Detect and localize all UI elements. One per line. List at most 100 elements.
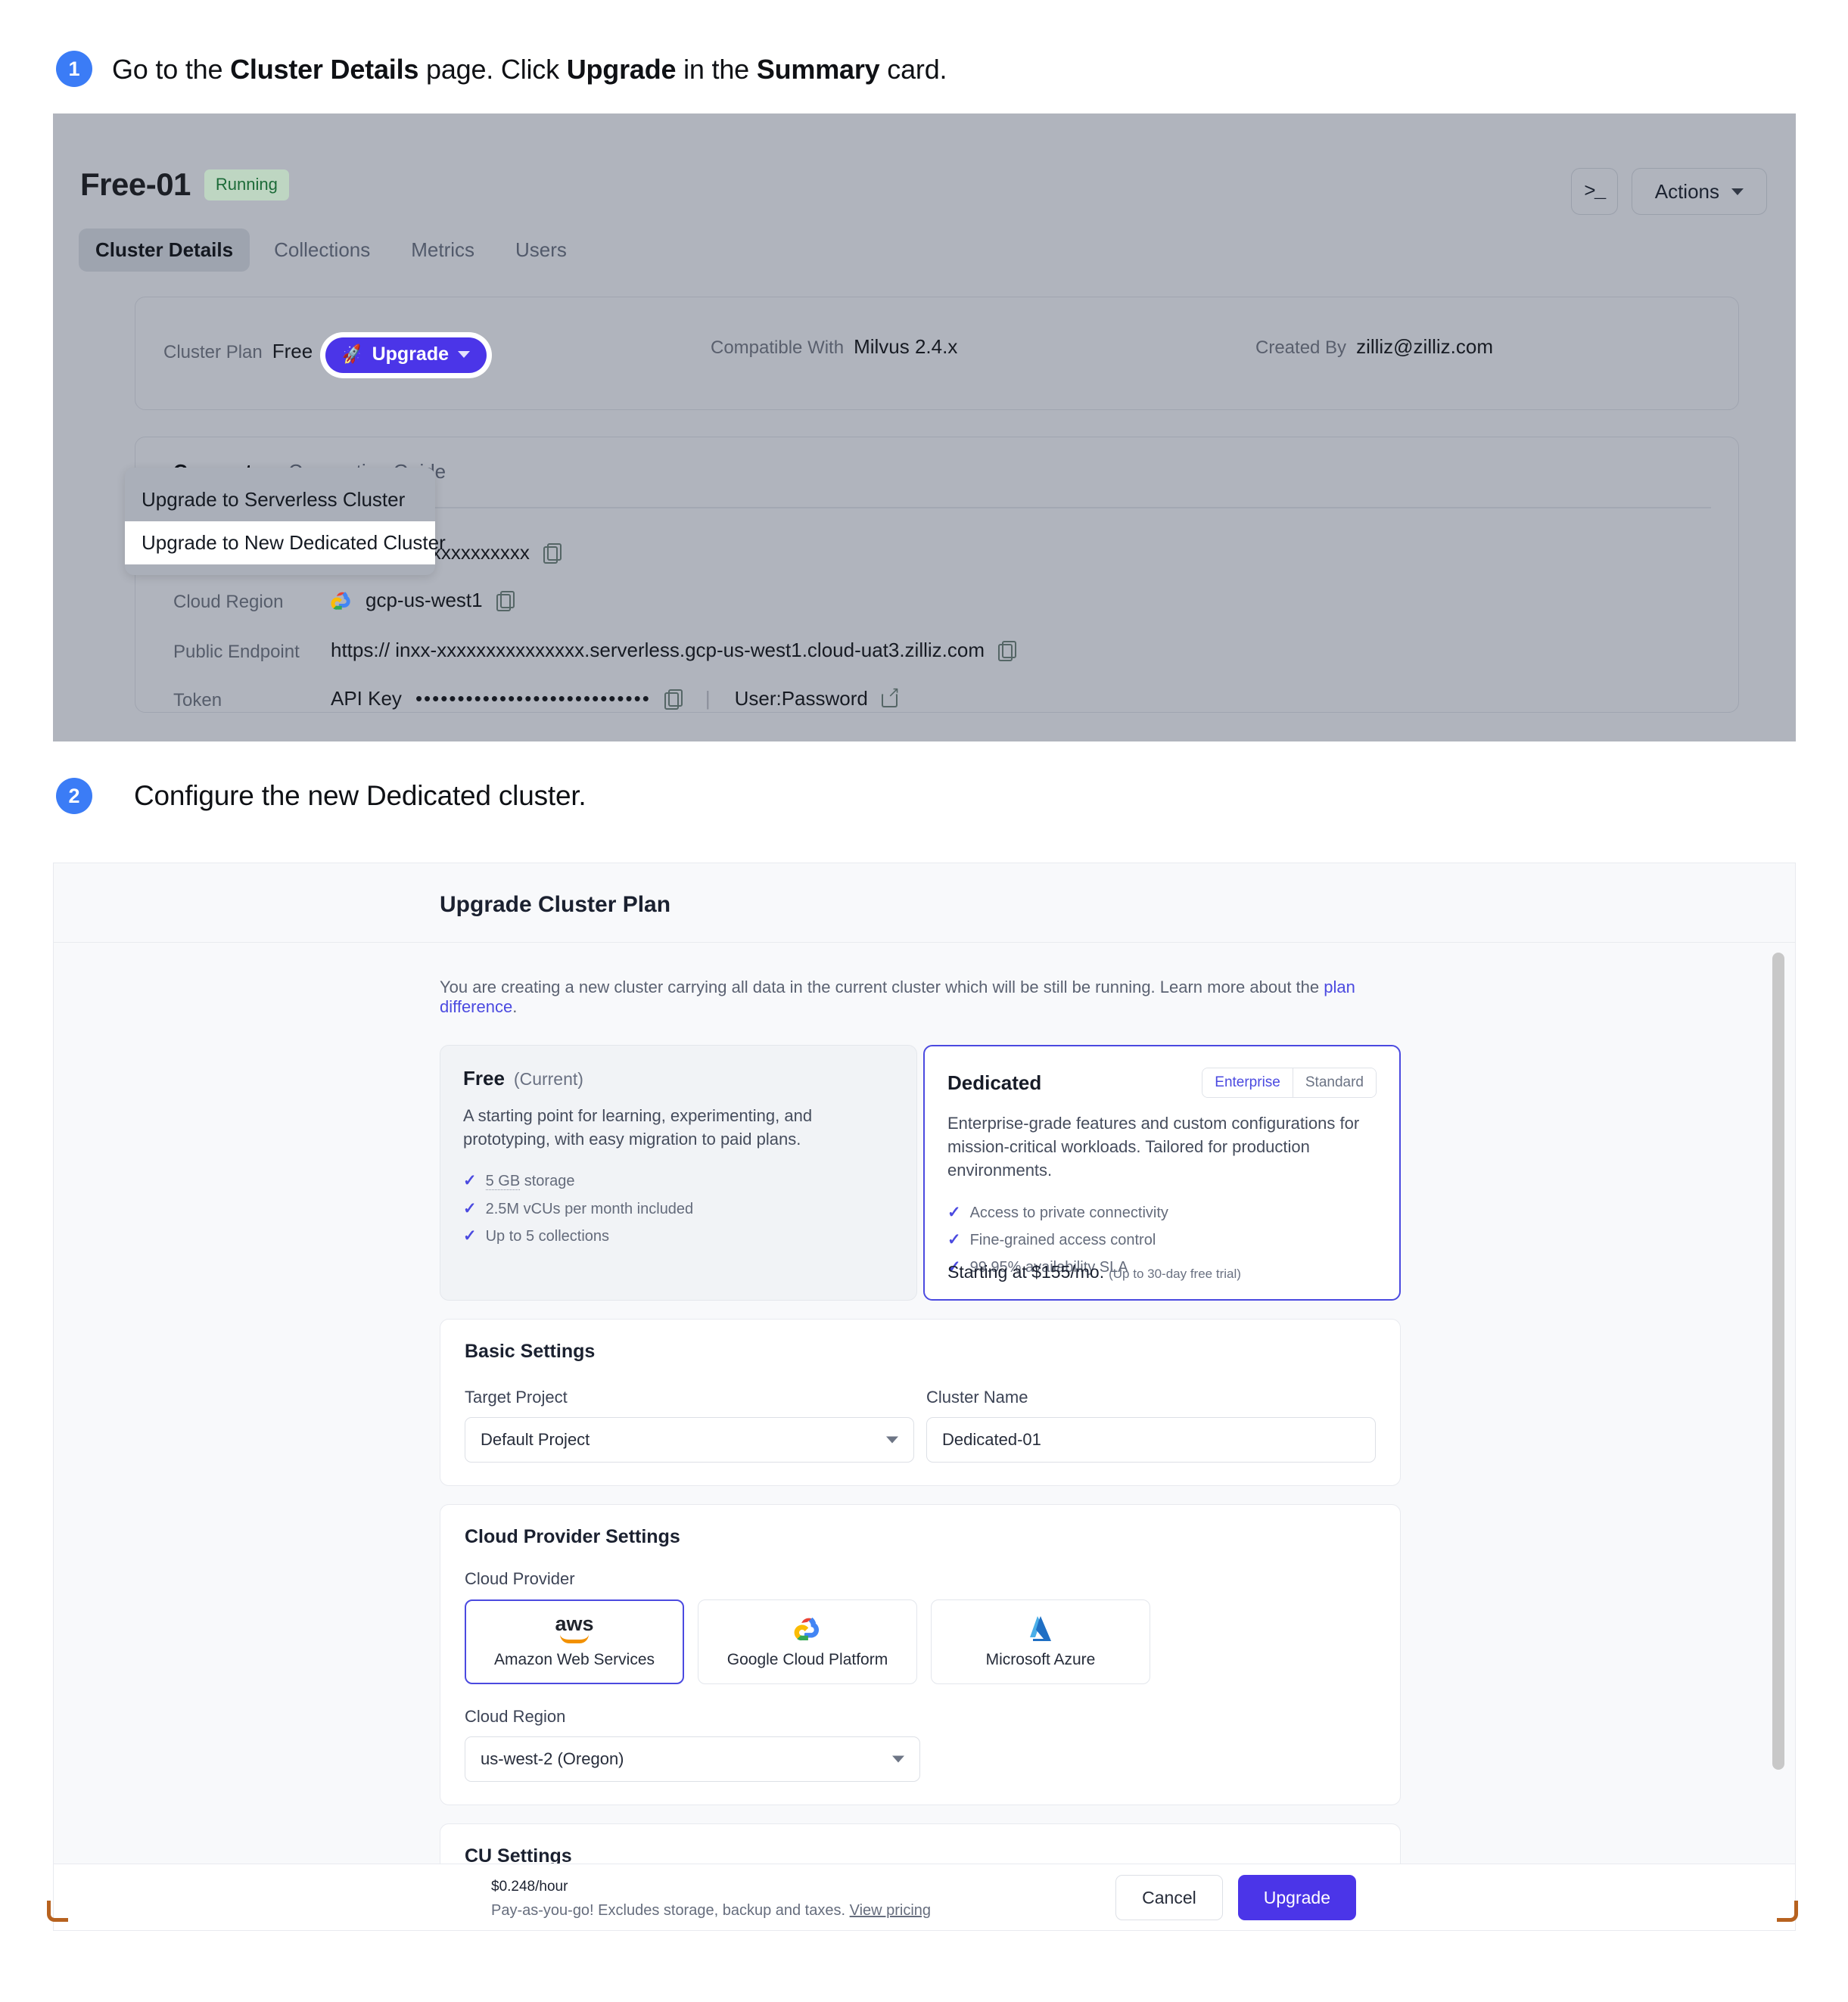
tab-users[interactable]: Users [499, 228, 583, 272]
menu-item-upgrade-serverless[interactable]: Upgrade to Serverless Cluster [125, 478, 435, 521]
copy-icon[interactable] [543, 543, 562, 564]
token-api-key-label: API Key [331, 687, 402, 710]
dialog-body: You are creating a new cluster carrying … [54, 943, 1795, 1930]
provider-label-azure: Microsoft Azure [985, 1651, 1096, 1669]
cloud-provider-options: aws Amazon Web Services Google Cloud Pla… [465, 1599, 1376, 1685]
copy-icon[interactable] [664, 689, 683, 710]
cluster-plan-field: Cluster Plan Free 🚀 Upgrade [163, 335, 487, 373]
upgrade-button[interactable]: Upgrade [1237, 1875, 1356, 1920]
token-value-row: API Key •••••••••••••••••••••••••••• | U… [331, 684, 900, 710]
cancel-button[interactable]: Cancel [1115, 1875, 1223, 1920]
tier-enterprise[interactable]: Enterprise [1202, 1068, 1293, 1097]
external-link-icon[interactable] [881, 684, 900, 707]
plan-free-name: Free [463, 1067, 505, 1090]
provider-label-gcp: Google Cloud Platform [726, 1651, 888, 1669]
dialog-scrollbar[interactable] [1772, 953, 1784, 1857]
step-2-badge: 2 [56, 778, 92, 814]
chevron-down-icon [458, 351, 471, 358]
plan-card-free[interactable]: Free (Current) A starting point for learn… [440, 1045, 917, 1301]
step-2-heading: 2 Configure the new Dedicated cluster. [56, 778, 586, 814]
token-label: Token [173, 690, 222, 710]
plan-dedicated-name: Dedicated [947, 1071, 1042, 1094]
public-endpoint-label: Public Endpoint [173, 642, 300, 662]
tab-cluster-details[interactable]: Cluster Details [79, 228, 250, 272]
provider-option-gcp[interactable]: Google Cloud Platform [698, 1599, 917, 1685]
azure-icon [1030, 1616, 1051, 1642]
provider-option-azure[interactable]: Microsoft Azure [931, 1599, 1150, 1685]
footer-price-row: $0.248/hour [491, 1875, 568, 1895]
check-icon: ✓ [947, 1230, 961, 1248]
token-masked-value: •••••••••••••••••••••••••••• [415, 687, 651, 710]
copy-icon[interactable] [496, 591, 515, 611]
copy-icon[interactable] [998, 641, 1017, 661]
plan-dedicated-price: Starting at $155/mo. [947, 1262, 1105, 1282]
plan-card-dedicated[interactable]: Dedicated Enterprise Standard Enterprise… [922, 1045, 1401, 1301]
created-by-label: Created By [1255, 337, 1347, 358]
compatible-with-label: Compatible With [711, 337, 845, 358]
cloud-provider-label: Cloud Provider [465, 1569, 575, 1589]
plan-free-description: A starting point for learning, experimen… [463, 1106, 813, 1149]
upgrade-button-label: Upgrade [372, 344, 450, 365]
crop-corner-marker-left [47, 1901, 68, 1922]
target-project-select[interactable]: Default Project [465, 1417, 914, 1463]
target-project-label: Target Project [465, 1388, 568, 1407]
plan-free-name-row: Free (Current) [463, 1067, 583, 1090]
view-pricing-link[interactable]: View pricing [850, 1902, 931, 1919]
footer-price: $0.248 [491, 1879, 536, 1895]
tier-standard[interactable]: Standard [1292, 1068, 1376, 1097]
crop-corner-marker-right [1777, 1901, 1798, 1922]
cloud-region-label: Cloud Region [465, 1707, 566, 1727]
provider-option-aws[interactable]: aws Amazon Web Services [465, 1599, 684, 1685]
plan-free-current-tag: (Current) [513, 1069, 583, 1089]
upgrade-cluster-plan-dialog: Upgrade Cluster Plan You are creating a … [53, 863, 1796, 1931]
scrollbar-thumb[interactable] [1772, 953, 1784, 1770]
gcp-icon [331, 591, 350, 610]
check-icon: ✓ [463, 1199, 477, 1217]
cluster-tabs: Cluster Details Collections Metrics User… [79, 228, 583, 272]
step-1-text: Go to the Cluster Details page. Click Up… [112, 53, 947, 85]
actions-button-label: Actions [1654, 179, 1719, 203]
tab-collections[interactable]: Collections [257, 228, 387, 272]
chevron-down-icon [1731, 188, 1744, 195]
step-1-badge: 1 [56, 51, 92, 87]
public-endpoint-value-row: https:// inxx-xxxxxxxxxxxxxxx.serverless… [331, 639, 1017, 662]
cloud-provider-settings-title: Cloud Provider Settings [465, 1526, 680, 1548]
cluster-name: Free-01 [80, 166, 191, 202]
cluster-details-screenshot: Free-01 Running >_ Actions Cluster Detai… [53, 113, 1796, 741]
header-actions: >_ Actions [1570, 168, 1767, 215]
footer-price-unit: /hour [535, 1879, 568, 1895]
footer-note-row: Pay-as-you-go! Excludes storage, backup … [491, 1902, 931, 1920]
status-badge: Running [204, 169, 289, 201]
upgrade-button[interactable]: 🚀 Upgrade [325, 337, 487, 373]
menu-item-upgrade-dedicated[interactable]: Upgrade to New Dedicated Cluster [125, 521, 446, 564]
provider-label-aws: Amazon Web Services [493, 1651, 655, 1669]
tab-metrics[interactable]: Metrics [394, 228, 491, 272]
dialog-intro: You are creating a new cluster carrying … [440, 943, 1401, 1017]
basic-settings-section: Basic Settings Target Project Default Pr… [440, 1319, 1401, 1487]
list-item: ✓ Up to 5 collections [463, 1223, 894, 1250]
cluster-name-label: Cluster Name [926, 1388, 1028, 1407]
cluster-name-input[interactable]: Dedicated-01 [926, 1417, 1376, 1463]
dialog-footer: $0.248/hour Pay-as-you-go! Excludes stor… [54, 1864, 1795, 1930]
step-2-text: Configure the new Dedicated cluster. [134, 779, 586, 811]
chevron-down-icon [892, 1755, 904, 1763]
feature-label: Up to 5 collections [485, 1227, 610, 1245]
basic-settings-title: Basic Settings [465, 1341, 596, 1363]
feature-label: Fine-grained access control [969, 1231, 1156, 1248]
check-icon: ✓ [463, 1172, 477, 1190]
plan-free-features: ✓ 5 GB storage ✓ 2.5M vCUs per month inclu… [463, 1167, 894, 1249]
dialog-header: Upgrade Cluster Plan [54, 863, 1795, 943]
token-user-password-label: User:Password [734, 687, 868, 710]
cluster-name-field: Cluster Name Dedicated-01 [926, 1388, 1376, 1463]
plan-dedicated-description: Enterprise-grade features and custom con… [947, 1114, 1360, 1180]
step-1-heading: 1 Go to the Cluster Details page. Click … [56, 51, 947, 87]
upgrade-dialog-screenshot: Upgrade Cluster Plan You are creating a … [53, 863, 1796, 1931]
cloud-region-select[interactable]: us-west-2 (Oregon) [465, 1736, 920, 1783]
terminal-icon[interactable]: >_ [1570, 168, 1618, 215]
cloud-region-value: gcp-us-west1 [366, 589, 483, 611]
cloud-region-label: Cloud Region [173, 592, 284, 612]
compatible-with-value: Milvus 2.4.x [854, 335, 958, 358]
check-icon: ✓ [947, 1203, 961, 1221]
feature-label: Access to private connectivity [969, 1204, 1168, 1221]
actions-button[interactable]: Actions [1631, 168, 1767, 215]
